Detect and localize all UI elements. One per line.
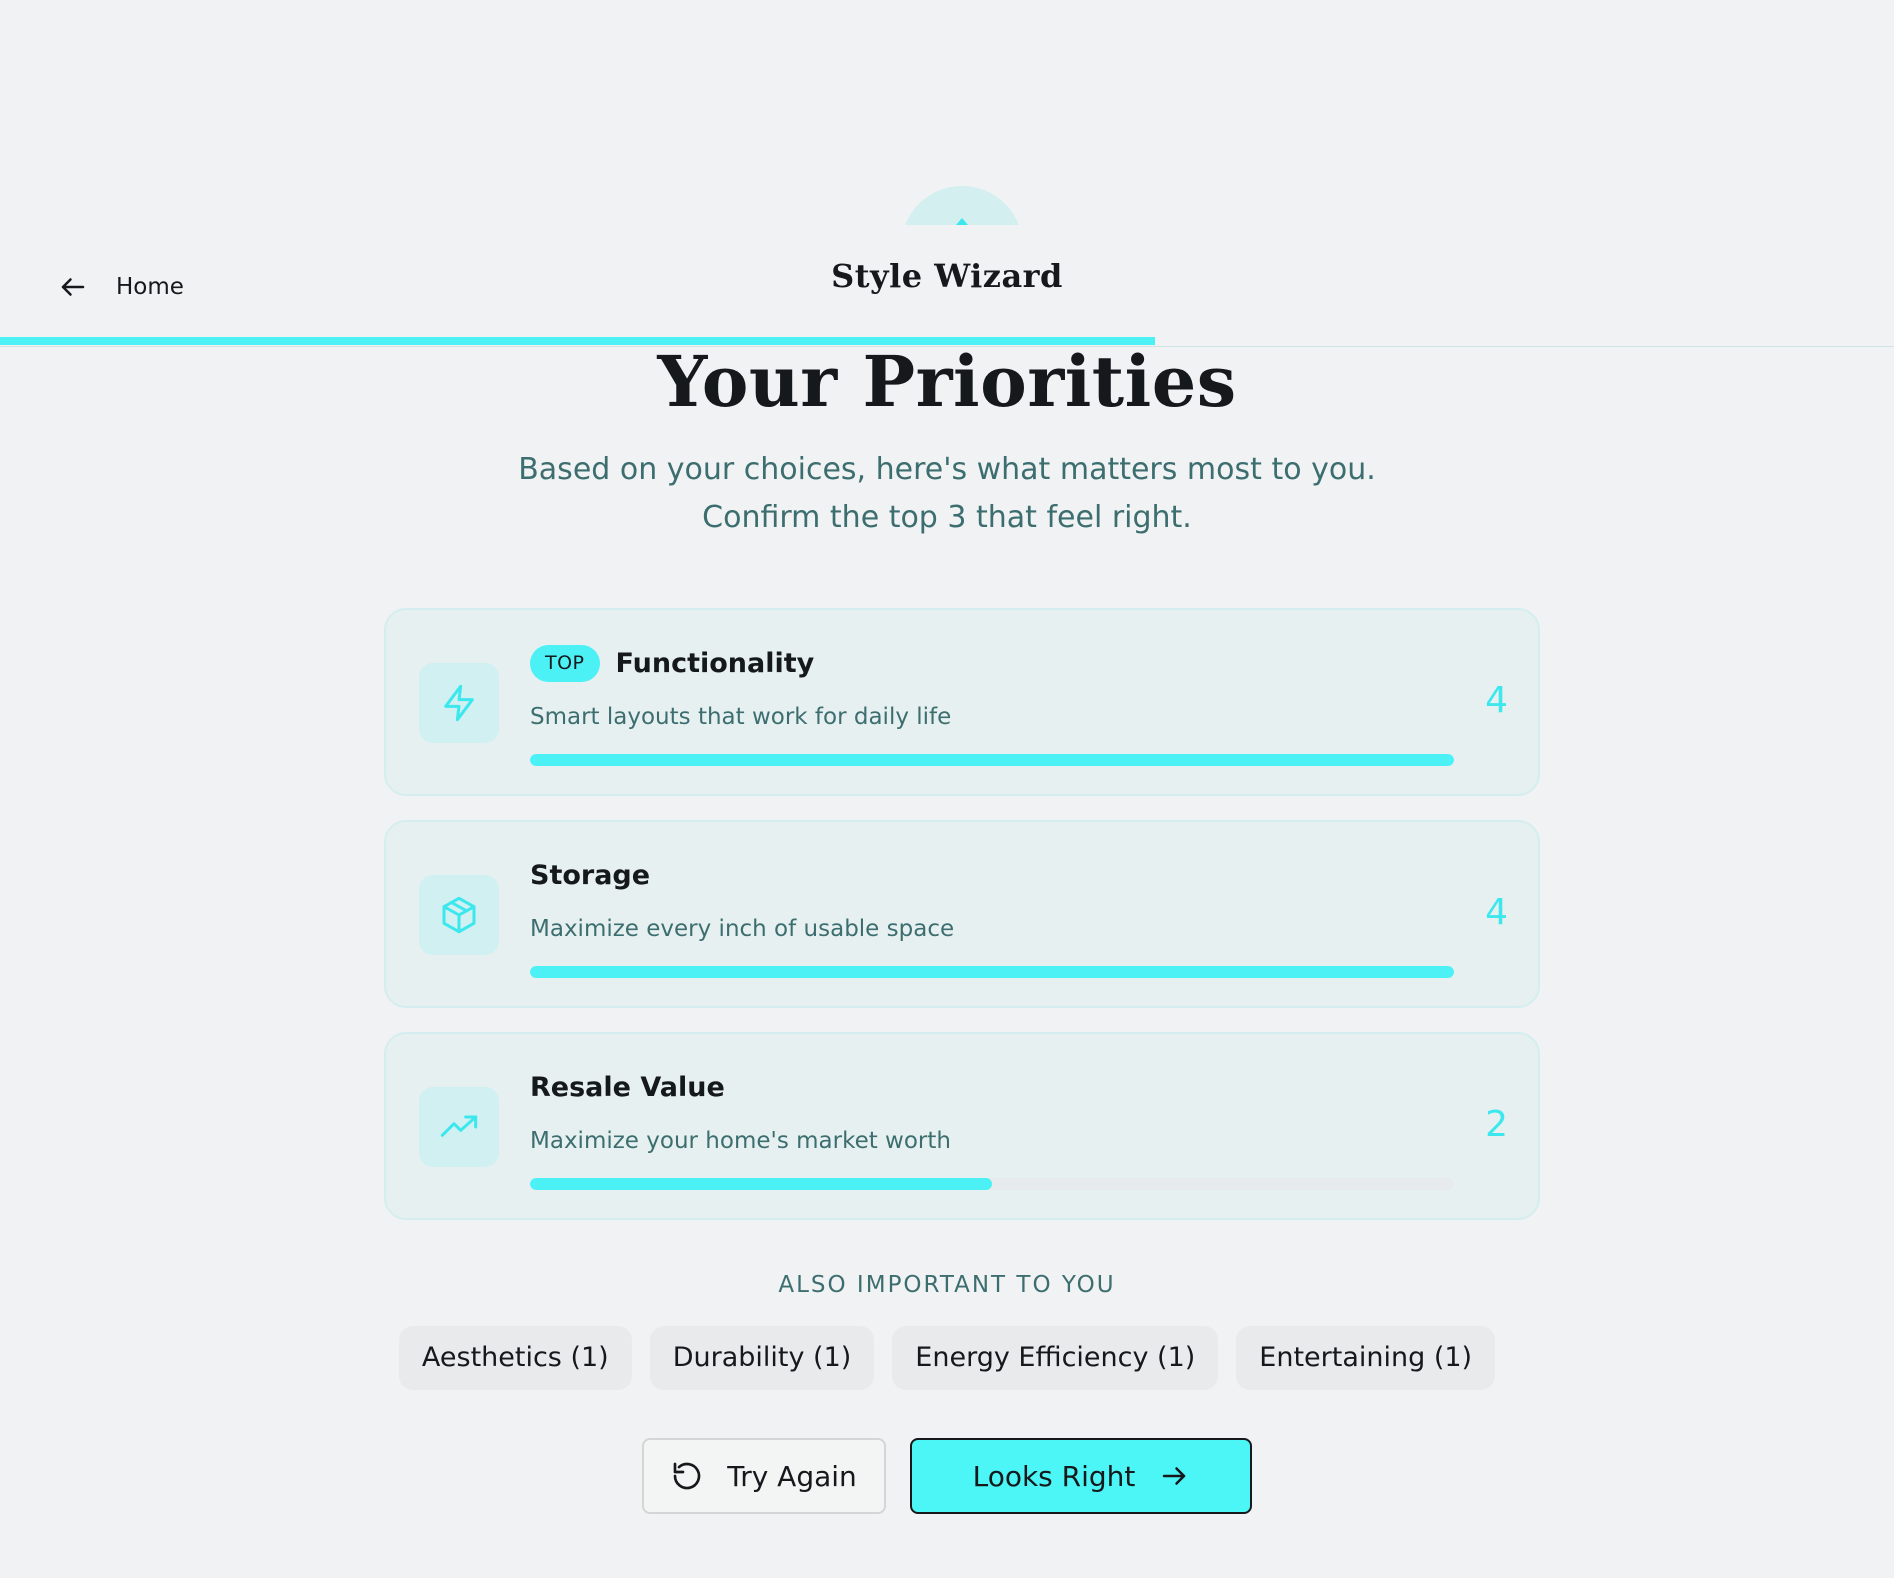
chip-durability: Durability (1) [649, 1326, 875, 1390]
priority-score: 2 [1485, 1104, 1508, 1145]
priority-score: 4 [1485, 892, 1508, 933]
trending-up-icon [419, 1087, 499, 1167]
top-header: Home Style Wizard [0, 225, 1894, 347]
priority-bar [530, 754, 1454, 766]
priority-bar-fill [530, 1178, 992, 1190]
chip-aesthetics: Aesthetics (1) [398, 1326, 632, 1390]
page-title: Your Priorities [657, 340, 1237, 423]
priority-title: Storage [530, 859, 651, 891]
priority-bar [530, 1178, 1454, 1190]
priority-bar-fill [530, 966, 1454, 978]
looks-right-button[interactable]: Looks Right [910, 1438, 1252, 1514]
priority-card-storage: Storage Maximize every inch of usable sp… [384, 820, 1540, 1008]
arrow-right-icon [1163, 1467, 1186, 1485]
priority-description: Maximize your home's market worth [530, 1128, 951, 1154]
refresh-icon [673, 1462, 701, 1490]
priority-description: Maximize every inch of usable space [530, 916, 955, 942]
priority-card-resale-value: Resale Value Maximize your home's market… [384, 1032, 1540, 1220]
priority-bar-fill [530, 754, 1454, 766]
caret-up-icon [956, 218, 968, 225]
lightning-icon [419, 663, 499, 743]
chip-energy-efficiency: Energy Efficiency (1) [892, 1326, 1219, 1390]
priority-card-functionality: TOP Functionality Smart layouts that wor… [384, 608, 1540, 796]
priority-bar [530, 966, 1454, 978]
box-icon [419, 875, 499, 955]
also-important-heading: ALSO IMPORTANT TO YOU [778, 1272, 1116, 1298]
also-important-list: Aesthetics (1) Durability (1) Energy Eff… [0, 1326, 1894, 1390]
priority-description: Smart layouts that work for daily life [530, 704, 952, 730]
priority-list: TOP Functionality Smart layouts that wor… [384, 608, 1540, 1244]
app-title: Style Wizard [831, 257, 1063, 295]
subtitle-line-1: Based on your choices, here's what matte… [518, 452, 1376, 487]
subtitle-line-2: Confirm the top 3 that feel right. [702, 500, 1192, 535]
priority-score: 4 [1485, 680, 1508, 721]
top-badge: TOP [530, 644, 600, 682]
priority-title: Functionality [615, 647, 815, 679]
try-again-label: Try Again [727, 1459, 857, 1493]
looks-right-label: Looks Right [972, 1459, 1136, 1493]
action-bar: Try Again Looks Right [0, 1438, 1894, 1514]
try-again-button[interactable]: Try Again [642, 1438, 886, 1514]
priority-title: Resale Value [530, 1071, 725, 1103]
chip-entertaining: Entertaining (1) [1236, 1326, 1496, 1390]
